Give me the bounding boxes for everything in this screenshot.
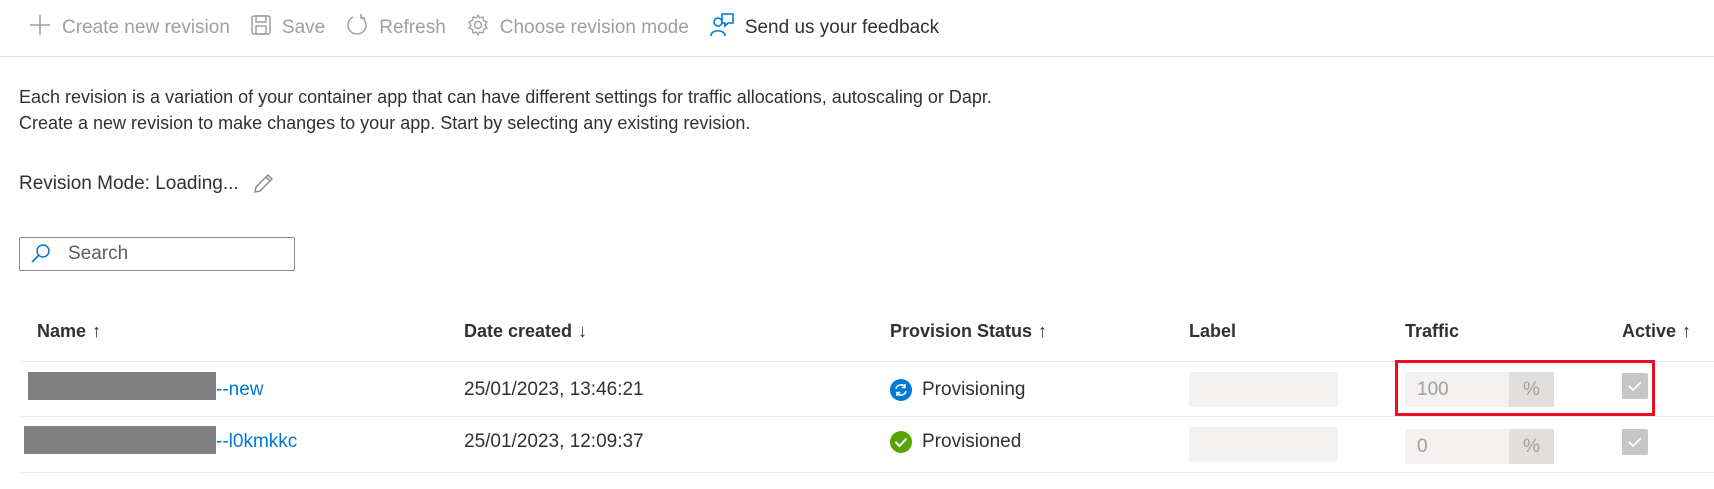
redacted-name-block bbox=[24, 426, 216, 454]
column-header-label: Date created bbox=[464, 320, 573, 341]
page-description: Each revision is a variation of your con… bbox=[19, 84, 992, 136]
column-header-label-col[interactable]: Label bbox=[1189, 306, 1236, 356]
search-box[interactable] bbox=[19, 237, 295, 271]
command-bar: Create new revision Save Refresh Choose … bbox=[0, 0, 1714, 57]
refresh-button[interactable]: Refresh bbox=[335, 8, 456, 48]
label-input[interactable] bbox=[1189, 372, 1338, 407]
column-header-label: Name bbox=[37, 320, 87, 341]
create-new-revision-button[interactable]: Create new revision bbox=[18, 8, 240, 48]
feedback-icon bbox=[709, 12, 745, 44]
column-header-label: Active bbox=[1622, 320, 1677, 341]
sort-arrow-icon: ↓ bbox=[578, 320, 588, 341]
choose-revision-mode-label: Choose revision mode bbox=[499, 17, 689, 38]
column-header-label: Traffic bbox=[1405, 320, 1460, 341]
save-icon bbox=[250, 14, 282, 42]
revision-name-link[interactable]: --l0kmkkc bbox=[216, 431, 297, 453]
revision-mode: Revision Mode : Loading... bbox=[19, 172, 275, 196]
search-input[interactable] bbox=[66, 242, 280, 266]
sort-arrow-icon: ↑ bbox=[92, 320, 102, 341]
highlight-annotation-box bbox=[1395, 360, 1655, 416]
provision-status: Provisioning bbox=[922, 378, 1026, 400]
column-header-date-created[interactable]: Date created ↓ bbox=[464, 306, 587, 356]
label-input[interactable] bbox=[1189, 427, 1338, 462]
choose-revision-mode-button[interactable]: Choose revision mode bbox=[456, 8, 699, 48]
refresh-label: Refresh bbox=[379, 17, 446, 38]
sync-icon bbox=[890, 378, 912, 401]
check-circle-icon bbox=[890, 431, 912, 453]
column-header-provision-status[interactable]: Provision Status ↑ bbox=[890, 306, 1047, 356]
send-feedback-label: Send us your feedback bbox=[744, 17, 940, 38]
revision-name-link[interactable]: --new bbox=[216, 379, 264, 401]
sort-arrow-icon: ↑ bbox=[1682, 320, 1692, 341]
column-header-label: Label bbox=[1189, 320, 1237, 341]
date-created: 25/01/2023, 12:09:37 bbox=[464, 431, 644, 452]
create-new-revision-label: Create new revision bbox=[62, 17, 230, 38]
percent-suffix: % bbox=[1509, 429, 1554, 464]
table-row[interactable]: --l0kmkkc 25/01/2023, 12:09:37 Provision… bbox=[19, 416, 1714, 473]
table-bottom-divider bbox=[19, 472, 1714, 473]
refresh-icon bbox=[345, 13, 379, 43]
redacted-name-block bbox=[28, 372, 216, 400]
search-icon bbox=[30, 243, 52, 265]
traffic-field[interactable]: 0 % bbox=[1405, 429, 1554, 464]
gear-icon bbox=[466, 13, 500, 43]
sort-arrow-icon: ↑ bbox=[1038, 320, 1048, 341]
column-header-label: Provision Status bbox=[890, 320, 1033, 341]
edit-pencil-icon[interactable] bbox=[251, 172, 275, 196]
plus-icon bbox=[28, 13, 62, 43]
save-button[interactable]: Save bbox=[240, 8, 335, 48]
revision-mode-label: Revision Mode bbox=[19, 173, 145, 194]
traffic-input[interactable]: 0 bbox=[1405, 429, 1509, 464]
column-header-name[interactable]: Name ↑ bbox=[37, 306, 101, 356]
send-feedback-button[interactable]: Send us your feedback bbox=[699, 8, 949, 48]
revision-mode-value: : Loading... bbox=[144, 173, 239, 194]
active-checkbox[interactable] bbox=[1622, 429, 1648, 455]
column-header-traffic[interactable]: Traffic bbox=[1405, 306, 1459, 356]
date-created: 25/01/2023, 13:46:21 bbox=[464, 378, 644, 400]
column-header-active[interactable]: Active ↑ bbox=[1622, 306, 1691, 356]
save-label: Save bbox=[281, 17, 326, 38]
provision-status: Provisioned bbox=[922, 431, 1022, 452]
description-line-2: Create a new revision to make changes to… bbox=[19, 113, 751, 133]
description-line-1: Each revision is a variation of your con… bbox=[19, 87, 992, 107]
